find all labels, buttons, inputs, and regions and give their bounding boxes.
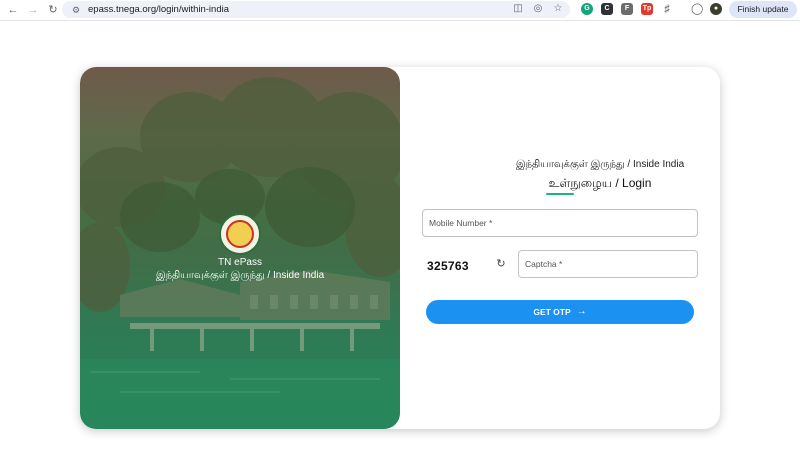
forward-icon[interactable]: →	[26, 3, 40, 17]
captcha-field[interactable]	[518, 250, 698, 278]
hero-subtitle: இந்தியாவுக்குள் இருந்து / Inside India	[155, 270, 325, 281]
reload-icon[interactable]: ↻	[46, 3, 60, 17]
captcha-input[interactable]	[519, 251, 697, 277]
get-otp-button[interactable]: GET OTP →	[426, 300, 694, 324]
form-subtitle: இந்தியாவுக்குள் இருந்து / Inside India	[515, 159, 685, 170]
ext-dark-icon[interactable]: C	[601, 3, 613, 15]
ext-flag-icon[interactable]: F	[621, 3, 633, 15]
address-bar[interactable]: ⚙ epass.tnega.org/login/within-india ◫ ◎…	[62, 1, 570, 18]
get-otp-label: GET OTP	[533, 307, 571, 317]
eye-off-icon[interactable]: ◎	[532, 3, 544, 15]
back-icon[interactable]: ←	[6, 3, 20, 17]
hero-app-name: TN ePass	[218, 257, 262, 268]
site-settings-icon[interactable]: ⚙	[72, 5, 82, 15]
login-card: TN ePass இந்தியாவுக்குள் இருந்து / Insid…	[80, 67, 720, 429]
install-icon[interactable]: ◫	[512, 3, 524, 15]
mobile-number-input[interactable]	[423, 210, 697, 236]
extensions-puzzle-icon[interactable]: ♯	[661, 3, 673, 15]
chrome-labs-icon[interactable]: ◯	[691, 3, 703, 15]
mobile-number-field[interactable]	[422, 209, 698, 237]
refresh-captcha-icon[interactable]: ↻	[495, 258, 507, 270]
title-underline	[546, 193, 574, 195]
tn-emblem-logo	[219, 213, 261, 255]
ext-tp-icon[interactable]: Tp	[641, 3, 653, 15]
profile-avatar[interactable]: ●	[710, 3, 722, 15]
temple-emblem-icon	[226, 220, 254, 248]
toolbar-divider	[0, 20, 800, 21]
bookmark-star-icon[interactable]: ☆	[552, 3, 564, 15]
arrow-right-icon: →	[576, 306, 587, 317]
url-text[interactable]: epass.tnega.org/login/within-india	[88, 4, 229, 15]
finish-update-button[interactable]: Finish update	[729, 1, 797, 18]
hero-panel: TN ePass இந்தியாவுக்குள் இருந்து / Insid…	[80, 67, 400, 429]
grammarly-icon[interactable]: G	[581, 3, 593, 15]
page-title: உள்நுழைய / Login	[548, 176, 652, 190]
captcha-code: 325763	[427, 259, 469, 273]
